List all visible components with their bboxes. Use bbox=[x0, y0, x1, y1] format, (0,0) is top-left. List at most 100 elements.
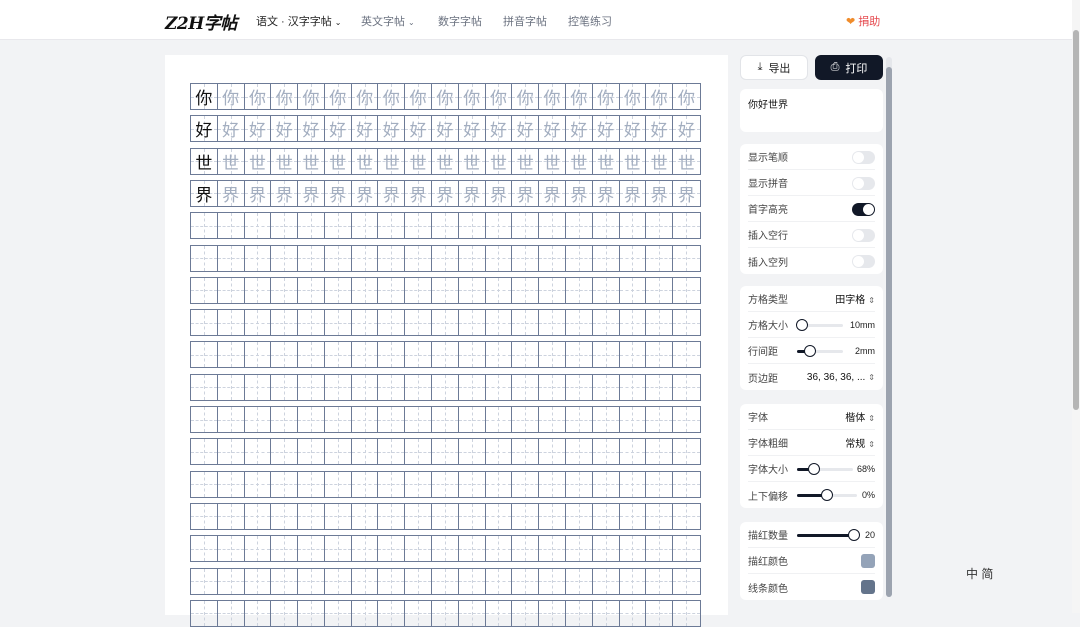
grid-cell bbox=[565, 407, 593, 432]
option-label: 字体粗细 bbox=[748, 439, 788, 450]
grid-cell bbox=[432, 213, 459, 239]
font-size-slider[interactable] bbox=[797, 463, 853, 475]
trace-count-slider[interactable] bbox=[797, 529, 860, 541]
top-nav-bar: Z2H字帖 语文 · 汉字字帖 ⌄ 英文字帖 ⌄ 数字字帖 拼音字帖 控笔练习 ❤ 捐… bbox=[0, 0, 1080, 40]
line-spacing-slider[interactable] bbox=[797, 345, 843, 357]
trace-count-row: 描红数量 20 bbox=[748, 522, 875, 548]
option-label: 描红颜色 bbox=[748, 557, 788, 568]
insert-blank-row-toggle[interactable] bbox=[852, 229, 875, 242]
scrollbar-thumb[interactable] bbox=[886, 67, 892, 597]
grid-cell bbox=[592, 503, 620, 529]
option-label: 方格大小 bbox=[748, 321, 788, 332]
nav-item-pen-control[interactable]: 控笔练习 bbox=[568, 13, 612, 29]
grid-cell bbox=[378, 213, 406, 239]
panel-scrollbar[interactable] bbox=[886, 57, 892, 597]
grid-type-select[interactable]: 田字格 ⇕ bbox=[835, 291, 875, 306]
nav-item-chinese[interactable]: 语文 · 汉字字帖 ⌄ bbox=[256, 13, 341, 29]
grid-cell bbox=[432, 342, 459, 368]
nav-item-label: 数字字帖 bbox=[438, 16, 482, 28]
grid-cell: 世 bbox=[646, 148, 674, 174]
first-char-highlight-toggle[interactable] bbox=[852, 203, 875, 216]
nav-item-english[interactable]: 英文字帖 ⌄ bbox=[361, 13, 415, 29]
line-color-swatch[interactable] bbox=[861, 580, 875, 594]
trace-color-swatch[interactable] bbox=[861, 554, 875, 568]
grid-cell bbox=[512, 503, 540, 529]
grid-cell bbox=[191, 471, 218, 497]
grid-cell bbox=[271, 374, 299, 400]
app-logo[interactable]: Z2H字帖 bbox=[165, 9, 237, 34]
heart-icon: ❤ bbox=[846, 16, 856, 28]
grid-cell bbox=[432, 310, 459, 336]
grid-cell bbox=[351, 310, 379, 336]
grid-cell: 你 bbox=[432, 84, 459, 109]
margin-select[interactable]: 36, 36, 36, ... ⇕ bbox=[807, 372, 875, 383]
stroke-order-toggle[interactable] bbox=[852, 151, 875, 164]
grid-cell bbox=[646, 600, 674, 626]
grid-cell bbox=[458, 600, 486, 626]
page-scrollbar[interactable] bbox=[1072, 0, 1080, 613]
grid-cell: 界 bbox=[646, 180, 674, 206]
print-button[interactable]: ⎙ 打印 bbox=[815, 55, 883, 80]
slider-handle[interactable] bbox=[848, 529, 860, 541]
grid-cell bbox=[244, 342, 272, 368]
grid-cell bbox=[217, 342, 245, 368]
grid-cell bbox=[298, 213, 325, 239]
nav-item-numbers[interactable]: 数字字帖 bbox=[438, 13, 482, 29]
grid-cell: 世 bbox=[191, 148, 218, 174]
grid-cell bbox=[244, 600, 272, 626]
grid-cell bbox=[592, 310, 620, 336]
option-label: 显示拼音 bbox=[748, 179, 788, 190]
grid-cell bbox=[485, 374, 513, 400]
grid-cell bbox=[673, 568, 700, 594]
grid-cell bbox=[512, 471, 540, 497]
grid-type-row: 方格类型 田字格 ⇕ bbox=[748, 286, 875, 312]
grid-cell: 世 bbox=[673, 148, 700, 174]
grid-cell bbox=[512, 277, 540, 303]
vertical-offset-slider[interactable] bbox=[797, 489, 857, 501]
grid-cell bbox=[485, 600, 513, 626]
nav-item-pinyin[interactable]: 拼音字帖 bbox=[503, 13, 547, 29]
slider-handle[interactable] bbox=[821, 489, 833, 501]
vertical-offset-row: 上下偏移 0% bbox=[748, 482, 875, 508]
grid-cell bbox=[405, 471, 433, 497]
grid-cell: 世 bbox=[485, 148, 513, 174]
donate-link[interactable]: ❤ 捐助 bbox=[846, 13, 880, 29]
grid-row bbox=[190, 406, 701, 433]
grid-cell bbox=[324, 310, 352, 336]
text-input[interactable]: 你好世界 bbox=[740, 89, 883, 132]
grid-cell bbox=[244, 536, 272, 562]
font-weight-select[interactable]: 常规 ⇕ bbox=[845, 435, 875, 450]
export-button[interactable]: ⤓ 导出 bbox=[740, 55, 808, 80]
slider-value: 10mm bbox=[849, 319, 875, 330]
grid-settings-card: 方格类型 田字格 ⇕ 方格大小 10mm 行间距 2mm 页边距 36, 36, 36, … bbox=[740, 286, 883, 390]
grid-cell: 好 bbox=[298, 116, 325, 142]
slider-handle[interactable] bbox=[795, 319, 808, 331]
grid-cell bbox=[405, 439, 433, 465]
slider-handle[interactable] bbox=[803, 345, 816, 357]
scrollbar-thumb[interactable] bbox=[1073, 30, 1079, 410]
grid-size-slider[interactable] bbox=[795, 319, 843, 331]
insert-blank-column-toggle[interactable] bbox=[852, 255, 875, 268]
slider-handle[interactable] bbox=[807, 463, 820, 475]
select-value: 36, 36, 36, ... bbox=[806, 371, 866, 383]
grid-cell bbox=[405, 310, 433, 336]
grid-cell bbox=[405, 600, 433, 626]
grid-cell bbox=[217, 407, 245, 432]
pinyin-toggle[interactable] bbox=[852, 177, 875, 190]
ime-toolbar[interactable]: 中 简 bbox=[966, 565, 993, 582]
font-select[interactable]: 楷体 ⇕ bbox=[845, 409, 875, 424]
grid-cell: 世 bbox=[405, 148, 433, 174]
grid-cell bbox=[565, 471, 593, 497]
chevron-down-icon: ⌄ bbox=[408, 18, 415, 27]
grid-cell: 好 bbox=[271, 116, 299, 142]
printer-icon: ⎙ bbox=[830, 61, 840, 73]
grid-cell bbox=[485, 407, 513, 432]
grid-row: 好好好好好好好好好好好好好好好好好好好 bbox=[190, 115, 701, 143]
toggle-row-blank-row: 插入空行 bbox=[748, 222, 875, 248]
grid-cell bbox=[217, 600, 245, 626]
grid-cell bbox=[646, 439, 674, 465]
grid-cell bbox=[191, 213, 218, 239]
font-row: 字体 楷体 ⇕ bbox=[748, 404, 875, 430]
grid-cell: 你 bbox=[539, 84, 566, 109]
grid-cell bbox=[592, 439, 620, 465]
